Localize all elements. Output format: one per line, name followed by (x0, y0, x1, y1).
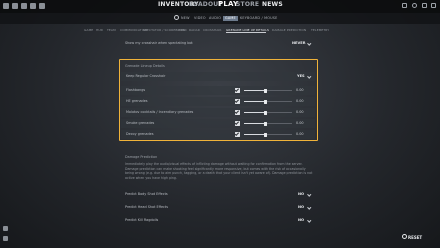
slider-track[interactable] (244, 99, 292, 104)
tv-icon[interactable] (12, 3, 18, 9)
slider-handle[interactable] (264, 99, 267, 104)
slider-row-molotov: Molotov cocktails / Incendiary grenades … (121, 108, 315, 117)
keep-crosshair-row: Keep Regular Crosshair YES (121, 72, 315, 81)
subnav-keyboard-mouse[interactable]: KEYBOARD / MOUSE (240, 16, 277, 20)
slider-label: HE grenades (126, 99, 148, 103)
checkbox-icon[interactable] (235, 110, 240, 115)
tab-telemetry[interactable]: TELEMETRY (311, 28, 329, 32)
reset-button[interactable]: RESET (408, 235, 422, 240)
slider-row-he-grenades: HE grenades 0.00 (121, 97, 315, 106)
tab-radar[interactable]: RADAR (189, 28, 200, 32)
tab-item[interactable]: ITEM (178, 28, 186, 32)
checkbox-icon[interactable] (235, 88, 240, 93)
chevron-down-icon[interactable] (307, 204, 312, 209)
tab-hud[interactable]: HUD (96, 28, 103, 32)
grenade-lineup-title: Grenade Lineup Details (125, 64, 165, 68)
checkbox-icon[interactable] (235, 121, 240, 126)
active-tab-indicator (226, 32, 266, 33)
spectate-crosshair-row: Show my crosshair when spectating bot NE… (120, 39, 320, 49)
damage-prediction-description: Immediately play the audio/visual effect… (125, 162, 313, 180)
slider-value[interactable]: 0.00 (296, 88, 304, 92)
keep-crosshair-label: Keep Regular Crosshair (126, 74, 166, 78)
slider-handle[interactable] (264, 132, 267, 137)
slider-track[interactable] (244, 88, 292, 93)
subnav-game[interactable]: GAME (223, 15, 238, 21)
slider-label: Flashbangs (126, 88, 146, 92)
predict-body-row: Predict Body Shot Effects NO (120, 190, 320, 200)
slider-track[interactable] (244, 121, 292, 126)
slider-handle[interactable] (264, 88, 267, 93)
slider-track[interactable] (244, 132, 292, 137)
subnav-video[interactable]: VIDEO (194, 16, 206, 20)
chevron-down-icon[interactable] (307, 40, 312, 45)
slider-fill (244, 123, 266, 124)
slider-value[interactable]: 0.00 (296, 121, 304, 125)
predict-head-dropdown[interactable]: NO (298, 205, 304, 209)
chat-icon[interactable] (431, 3, 436, 8)
slider-row-flashbangs: Flashbangs 0.00 (121, 86, 315, 95)
power-icon[interactable] (39, 3, 45, 9)
chat-bubble-icon[interactable] (3, 226, 8, 231)
slider-value[interactable]: 0.00 (296, 99, 304, 103)
subnav-new[interactable]: NEW (181, 16, 190, 20)
top-navigation-bar: INVENTORY LOADOUT PLAY STORE NEWS (0, 0, 440, 13)
keep-crosshair-dropdown[interactable]: YES (297, 74, 305, 78)
subnav-audio[interactable]: AUDIO (209, 16, 221, 20)
setting-label: Predict Kill Ragdolls (125, 218, 159, 222)
main-menu-icon[interactable] (3, 3, 9, 9)
tab-crosshair[interactable]: CROSSHAIR (203, 28, 222, 32)
slider-fill (244, 101, 266, 102)
slider-track[interactable] (244, 110, 292, 115)
checkbox-icon[interactable] (235, 99, 240, 104)
chevron-down-icon[interactable] (307, 217, 312, 222)
slider-fill (244, 134, 266, 135)
predict-body-dropdown[interactable]: NO (298, 192, 304, 196)
chevron-down-icon[interactable] (307, 73, 312, 78)
nav-news[interactable]: NEWS (262, 1, 283, 8)
checkbox-icon[interactable] (235, 132, 240, 137)
spectate-crosshair-dropdown[interactable]: NEVER (292, 41, 305, 45)
setting-label: Predict Head Shot Effects (125, 205, 169, 209)
game-settings-tabs: GAME HUD TEAM COMMUNICATION SPECTATOR / … (0, 24, 440, 33)
search-icon[interactable] (174, 15, 179, 20)
slider-row-smoke: Smoke grenades 0.00 (121, 119, 315, 128)
slider-value[interactable]: 0.00 (296, 110, 304, 114)
tab-team[interactable]: TEAM (107, 28, 116, 32)
tab-damage-prediction[interactable]: DAMAGE PREDICTION (272, 28, 306, 32)
notifications-icon[interactable] (422, 3, 427, 8)
friends-icon[interactable] (402, 3, 407, 8)
slider-fill (244, 90, 266, 91)
settings-category-bar: NEW VIDEO AUDIO GAME KEYBOARD / MOUSE (0, 13, 440, 24)
slider-handle[interactable] (264, 121, 267, 126)
slider-row-decoy: Decoy grenades 0.00 (121, 130, 315, 139)
predict-ragdolls-row: Predict Kill Ragdolls NO (120, 216, 320, 226)
setting-label: Show my crosshair when spectating bot (125, 41, 193, 45)
slider-handle[interactable] (264, 110, 267, 115)
nav-store[interactable]: STORE (236, 1, 259, 8)
reset-icon[interactable] (402, 234, 407, 239)
inventory-icon[interactable] (21, 3, 27, 9)
predict-ragdolls-dropdown[interactable]: NO (298, 218, 304, 222)
setting-label: Predict Body Shot Effects (125, 192, 168, 196)
slider-value[interactable]: 0.00 (296, 132, 304, 136)
slider-fill (244, 112, 266, 113)
tab-game[interactable]: GAME (84, 28, 93, 32)
slider-label: Smoke grenades (126, 121, 155, 125)
damage-prediction-title: Damage Prediction (125, 155, 158, 159)
friends-list-icon[interactable] (3, 236, 8, 241)
slider-label: Molotov cocktails / Incendiary grenades (126, 110, 194, 114)
settings-icon[interactable] (30, 3, 36, 9)
chevron-down-icon[interactable] (307, 191, 312, 196)
predict-head-row: Predict Head Shot Effects NO (120, 203, 320, 213)
avatar-icon[interactable] (412, 3, 417, 8)
slider-label: Decoy grenades (126, 132, 154, 136)
